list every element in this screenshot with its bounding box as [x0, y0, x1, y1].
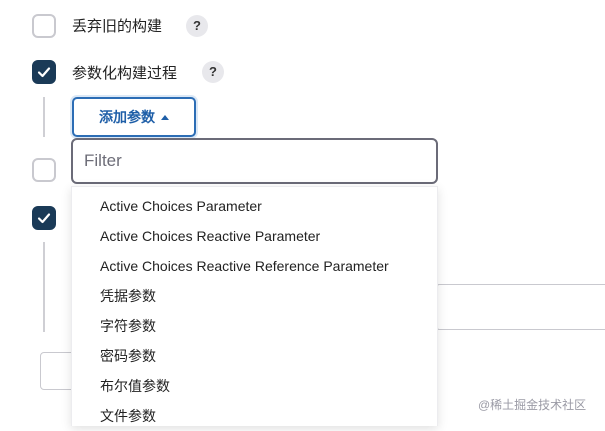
- checkmark-icon: [37, 213, 51, 224]
- add-parameter-button[interactable]: 添加参数: [72, 97, 196, 137]
- section-guide-line: [43, 242, 45, 332]
- watermark: @稀土掘金技术社区: [478, 398, 587, 412]
- parameter-type-dropdown: Active Choices Parameter Active Choices …: [71, 186, 438, 426]
- dropdown-item[interactable]: Active Choices Parameter: [72, 191, 437, 221]
- parameterized-build-checkbox[interactable]: [32, 60, 56, 84]
- option-checkbox[interactable]: [32, 158, 56, 182]
- dropdown-item[interactable]: 文件参数: [72, 401, 437, 431]
- section-guide-line: [43, 97, 45, 137]
- background-input-box[interactable]: [437, 284, 605, 330]
- discard-old-builds-label: 丢弃旧的构建: [72, 18, 163, 35]
- dropdown-item[interactable]: Active Choices Reactive Parameter: [72, 221, 437, 251]
- discard-old-builds-checkbox[interactable]: [32, 14, 56, 38]
- dropdown-item[interactable]: 密码参数: [72, 341, 437, 371]
- dropdown-item[interactable]: 凭据参数: [72, 281, 437, 311]
- option-checkbox-checked[interactable]: [32, 206, 56, 230]
- caret-up-icon: [161, 114, 169, 120]
- filter-input[interactable]: [71, 138, 438, 184]
- add-parameter-label: 添加参数: [99, 109, 155, 125]
- dropdown-item[interactable]: Active Choices Reactive Reference Parame…: [72, 251, 437, 281]
- parameterized-build-label: 参数化构建过程: [72, 65, 178, 82]
- checkmark-icon: [37, 67, 51, 78]
- help-icon[interactable]: ?: [186, 15, 208, 37]
- help-icon[interactable]: ?: [202, 61, 224, 83]
- dropdown-item[interactable]: 布尔值参数: [72, 371, 437, 401]
- dropdown-item[interactable]: 字符参数: [72, 311, 437, 341]
